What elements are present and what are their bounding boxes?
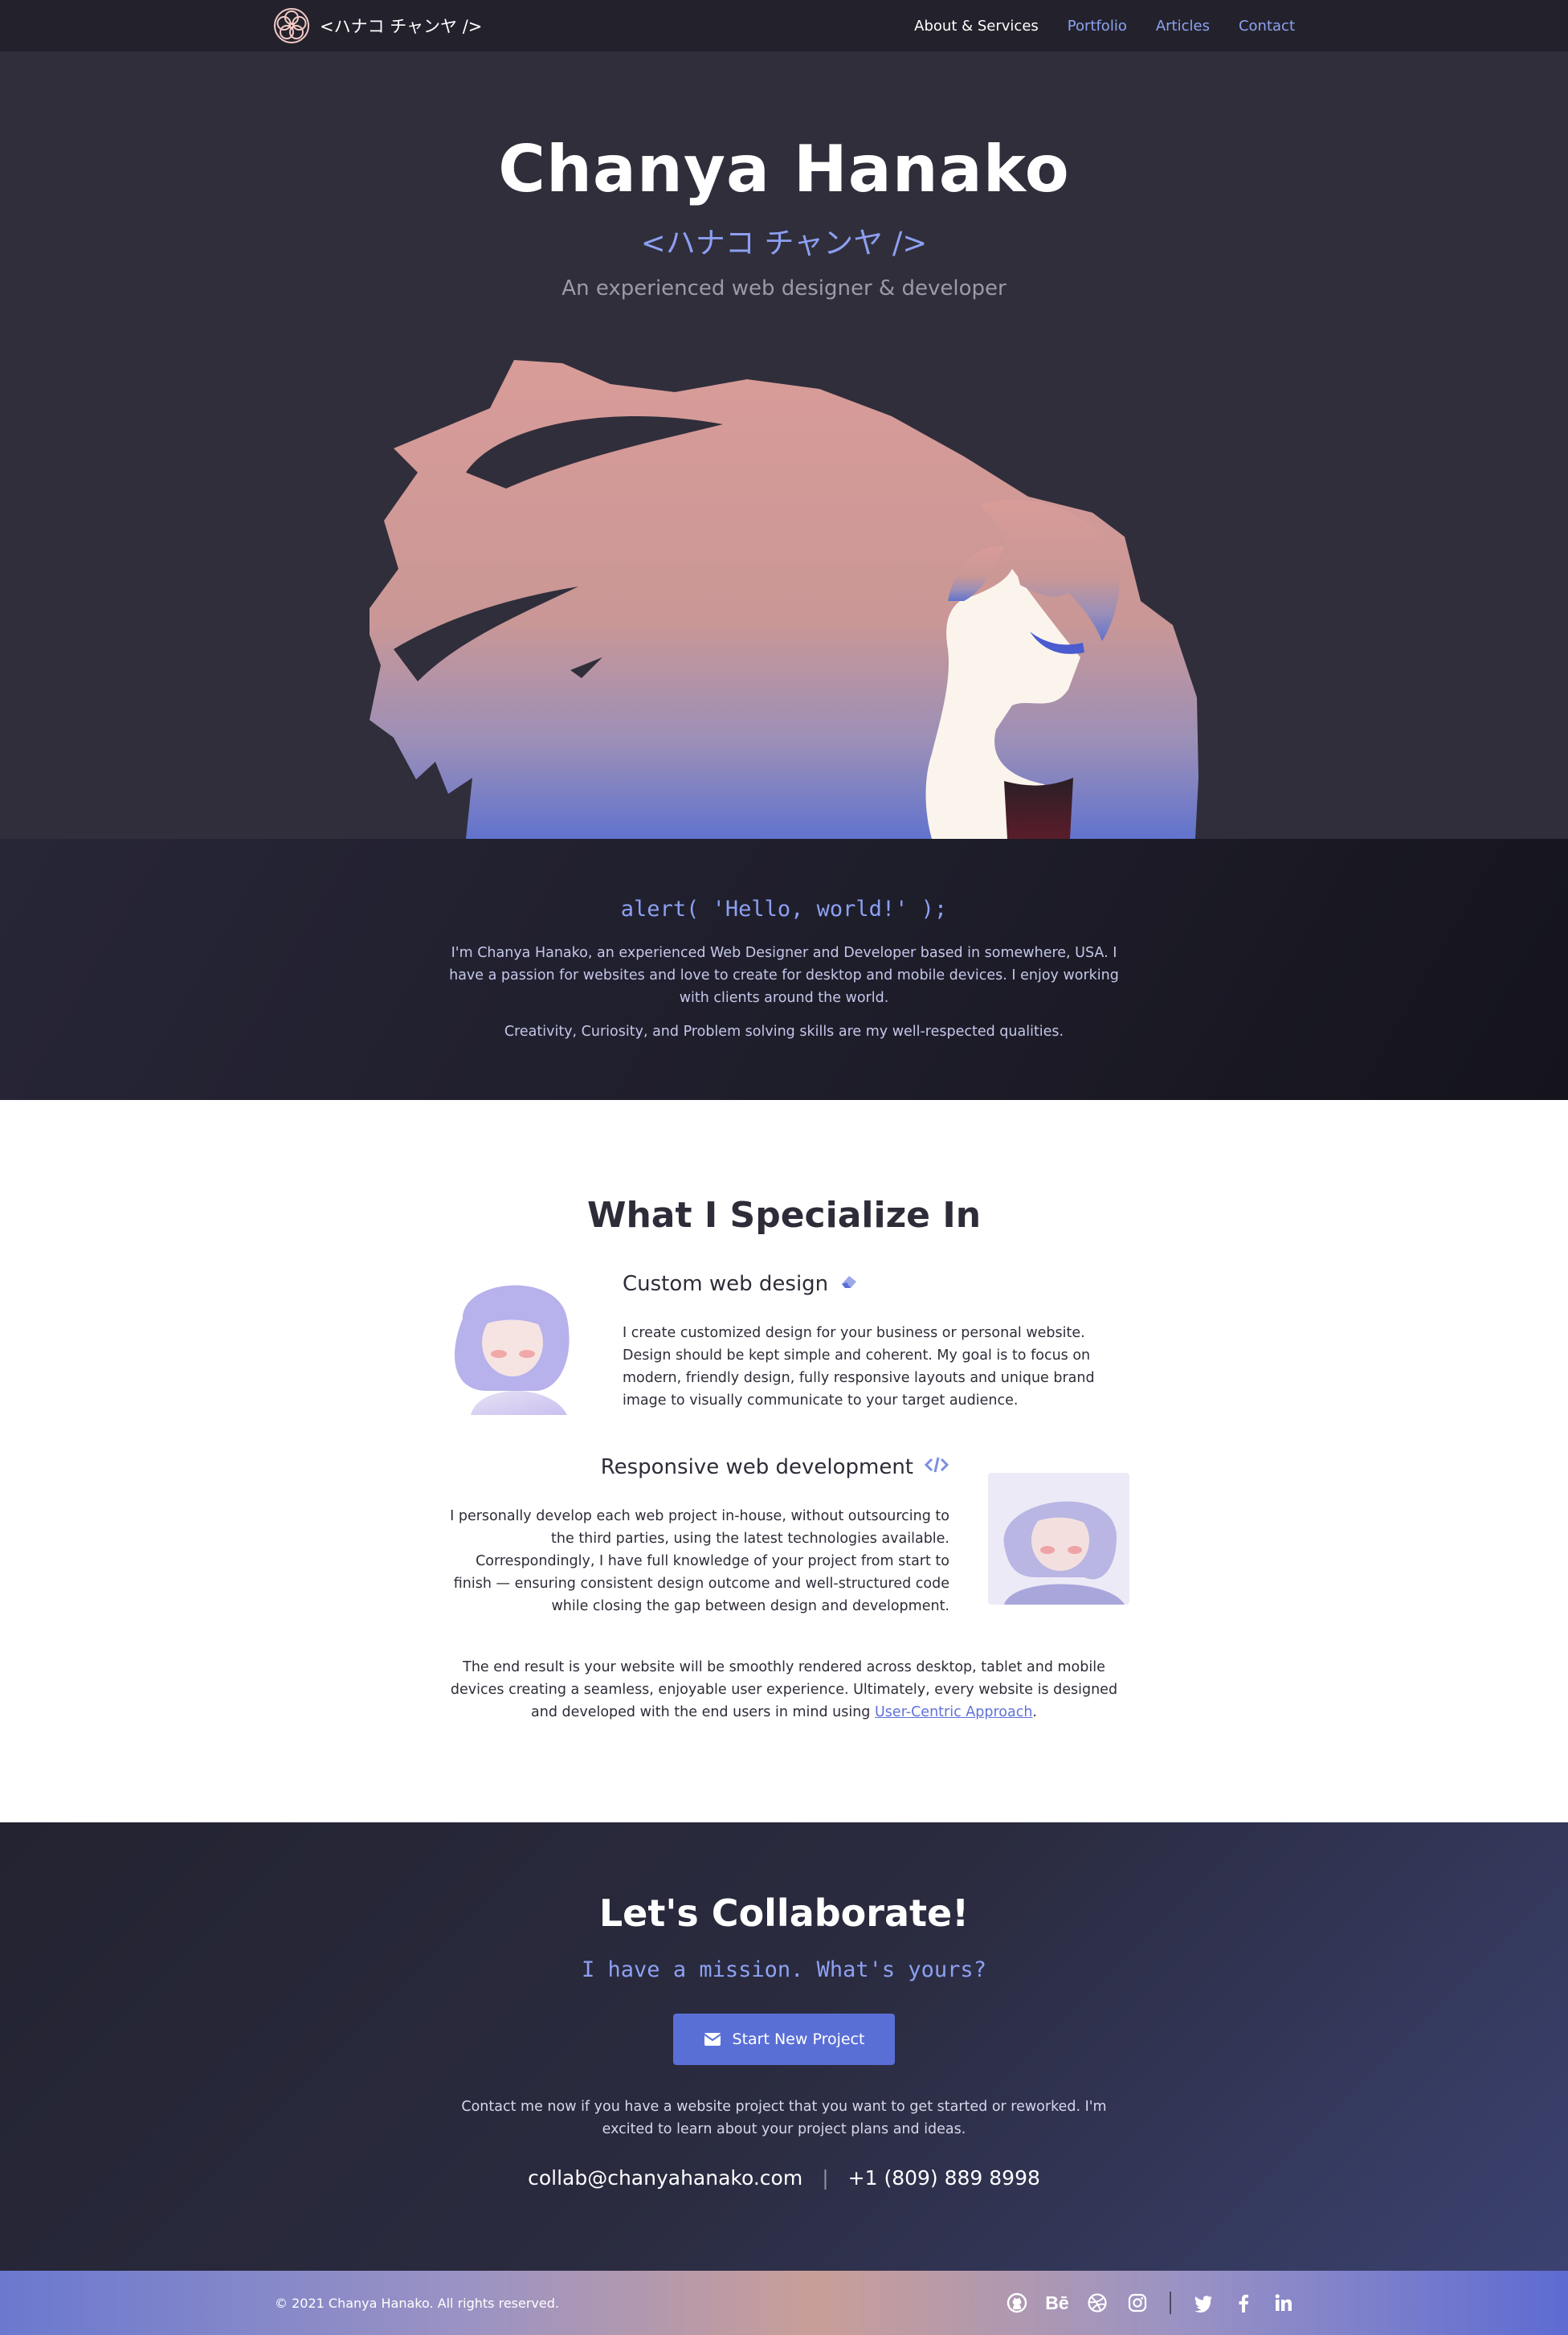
nav-link-portfolio[interactable]: Portfolio (1068, 18, 1127, 35)
contact-info: collab@chanyahanako.com | +1 (809) 889 8… (0, 2166, 1568, 2190)
footer: © 2021 Chanya Hanako. All rights reserve… (0, 2271, 1568, 2335)
envelope-icon (703, 2033, 721, 2046)
phone-link[interactable]: +1 (809) 889 8998 (848, 2166, 1040, 2190)
nav-link-articles[interactable]: Articles (1156, 18, 1210, 35)
instagram-icon[interactable] (1126, 2292, 1149, 2314)
nav-link-about-services[interactable]: About & Services (914, 18, 1039, 35)
hello-world-code: alert( 'Hello, world!' ); (620, 897, 948, 922)
collaborate-section: Let's Collaborate! I have a mission. Wha… (0, 1822, 1568, 2271)
service-body-design: I create customized design for your busi… (623, 1325, 1095, 1409)
github-icon[interactable] (1006, 2292, 1028, 2314)
dribbble-icon[interactable] (1086, 2292, 1109, 2314)
linkedin-icon[interactable] (1272, 2292, 1295, 2314)
facebook-icon[interactable] (1232, 2292, 1255, 2314)
hero-title: Chanya Hanako (498, 132, 1070, 207)
about-qualities: Creativity, Curiosity, and Problem solvi… (504, 1024, 1064, 1040)
hero-illustration (370, 360, 1198, 839)
navbar-inner: <ハナコ チャンヤ /> About & Services Portfolio … (273, 0, 1295, 51)
brand-logo-link[interactable]: <ハナコ チャンヤ /> (273, 7, 482, 44)
top-navbar: <ハナコ チャンヤ /> About & Services Portfolio … (0, 0, 1568, 51)
collab-paragraph: Contact me now if you have a website pro… (461, 2099, 1107, 2137)
hero-description: An experienced web designer & developer (561, 276, 1007, 301)
end-period: . (1032, 1704, 1037, 1720)
portrait-image (439, 1270, 582, 1415)
responsive-dev-title: Responsive web development (600, 1455, 913, 1479)
eraser-icon (839, 1273, 859, 1295)
service-body-development: I personally develop each web project in… (450, 1508, 949, 1614)
collab-title: Let's Collaborate! (598, 1891, 970, 1935)
code-icon (924, 1456, 949, 1478)
service-title-development: Responsive web development (601, 1455, 949, 1479)
nav-link-contact[interactable]: Contact (1239, 18, 1295, 35)
hero-subtitle: <ハナコ チャンヤ /> (640, 226, 928, 260)
twitter-icon[interactable] (1192, 2292, 1215, 2314)
hero-section: Chanya Hanako <ハナコ チャンヤ /> An experience… (0, 51, 1568, 839)
start-new-project-label: Start New Project (732, 2030, 865, 2048)
flower-logo-icon (274, 8, 309, 43)
custom-design-title: Custom web design (623, 1272, 829, 1296)
copyright-text: © 2021 Chanya Hanako. All rights reserve… (275, 2295, 559, 2311)
about-paragraph: I'm Chanya Hanako, an experienced Web De… (449, 945, 1119, 1006)
responsive-dev-illustration (988, 1473, 1129, 1605)
specialize-title: What I Specialize In (586, 1195, 982, 1236)
user-centric-link[interactable]: User-Centric Approach (875, 1704, 1032, 1720)
service-title-design: Custom web design (623, 1272, 859, 1296)
social-divider (1170, 2292, 1171, 2314)
brand-text: <ハナコ チャンヤ /> (320, 17, 483, 36)
start-new-project-button[interactable]: Start New Project (673, 2014, 895, 2065)
collab-subtitle: I have a mission. What's yours? (582, 1957, 986, 1982)
specialize-section: What I Specialize In Custom web design I… (0, 1100, 1568, 1822)
behance-icon[interactable]: Bē (1045, 2292, 1068, 2314)
end-result-text: The end result is your website will be s… (442, 1656, 1126, 1724)
nav-links: About & Services Portfolio Articles Cont… (914, 18, 1295, 35)
about-section: alert( 'Hello, world!' ); I'm Chanya Han… (0, 839, 1568, 1100)
custom-design-illustration (439, 1270, 582, 1415)
email-link[interactable]: collab@chanyahanako.com (528, 2166, 802, 2190)
contact-separator: | (822, 2166, 829, 2190)
social-links: Bē (1006, 2271, 1295, 2335)
portrait-image (988, 1473, 1129, 1605)
